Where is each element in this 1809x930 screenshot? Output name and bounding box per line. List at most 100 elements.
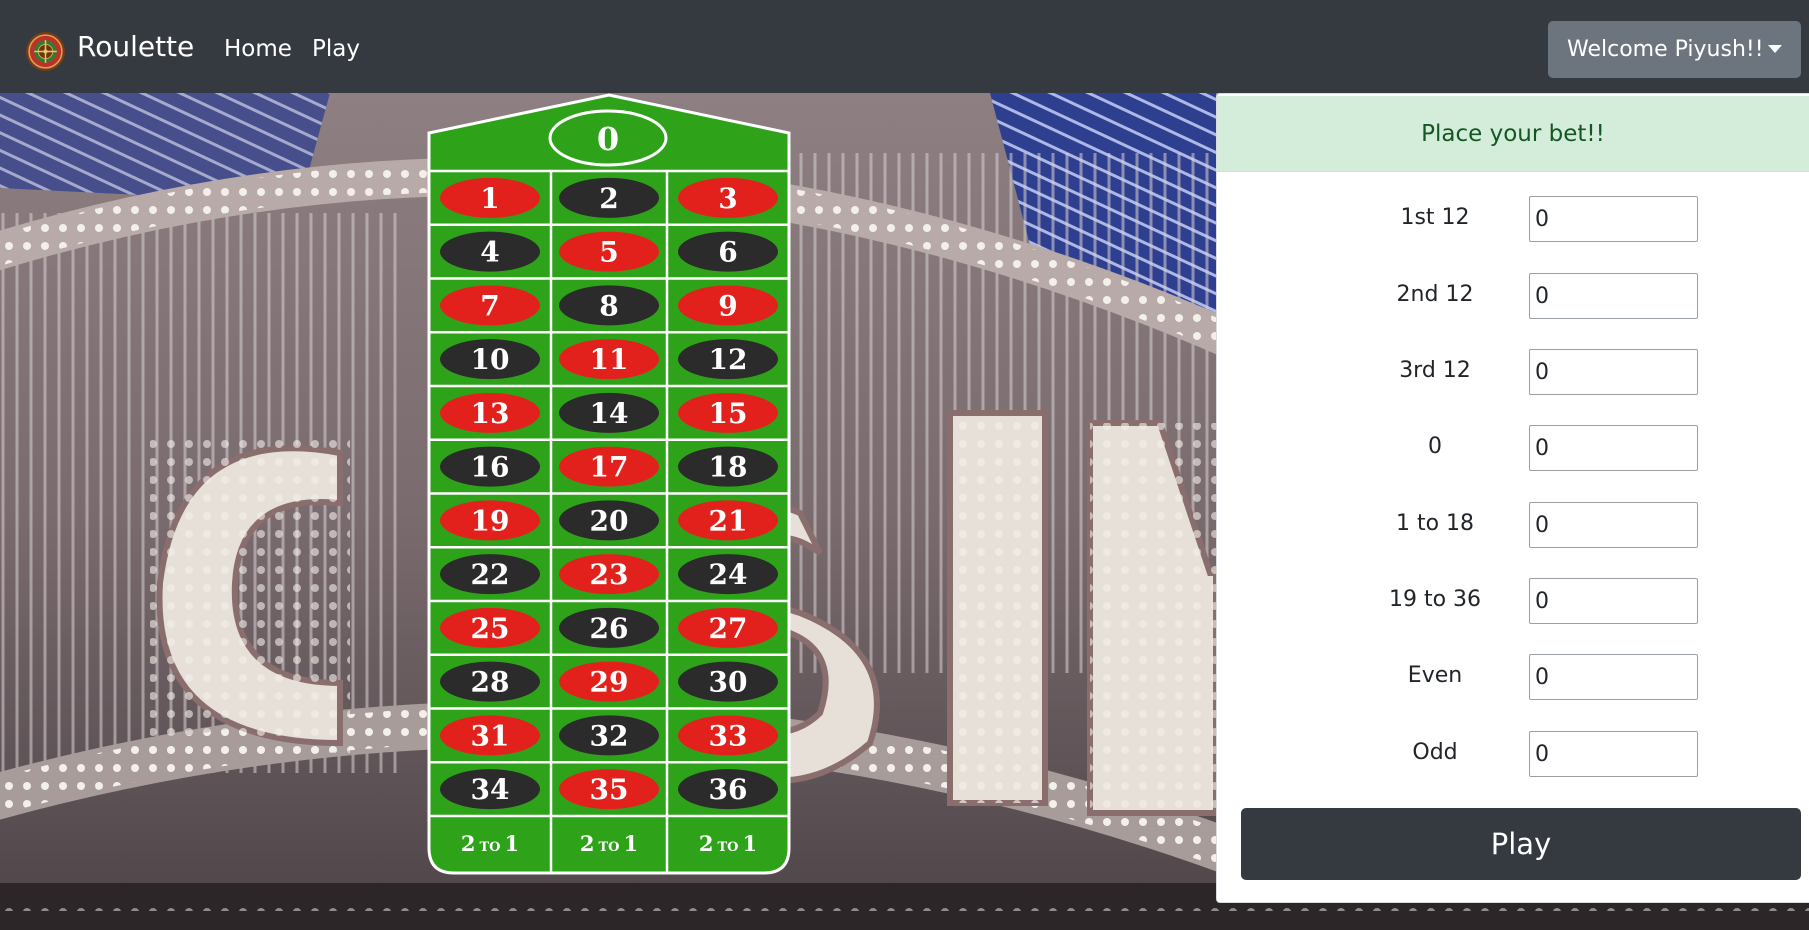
number-label-23: 23 — [590, 558, 629, 591]
number-label-14: 14 — [590, 397, 629, 430]
bet-row-19-to-36: 19 to 36 — [1217, 578, 1809, 624]
number-cell-12[interactable]: 12 — [678, 339, 778, 380]
number-label-35: 35 — [590, 773, 629, 806]
number-label-19: 19 — [471, 504, 510, 537]
number-label-32: 32 — [590, 719, 629, 752]
number-cell-34[interactable]: 34 — [440, 769, 540, 810]
bet-input-19-to-36[interactable] — [1529, 578, 1698, 624]
number-label-7: 7 — [480, 289, 499, 322]
number-cell-20[interactable]: 20 — [559, 500, 659, 541]
number-cell-0[interactable]: 0 — [548, 109, 668, 167]
column-bet-3-end: 1 — [743, 831, 758, 856]
number-cell-35[interactable]: 35 — [559, 769, 659, 810]
number-label-24: 24 — [709, 558, 748, 591]
number-label-26: 26 — [590, 612, 629, 645]
bet-label-even: Even — [1407, 663, 1463, 688]
number-cell-10[interactable]: 10 — [440, 339, 540, 380]
number-label-33: 33 — [709, 719, 748, 752]
bet-label-19-to-36: 19 to 36 — [1388, 587, 1482, 612]
place-bet-alert-text: Place your bet!! — [1421, 120, 1605, 147]
number-cell-36[interactable]: 36 — [678, 769, 778, 810]
bet-panel: Place your bet!! 1st 12 2nd 12 3rd 12 0 … — [1216, 93, 1809, 903]
number-cell-7[interactable]: 7 — [440, 285, 540, 326]
user-menu-label: Welcome Piyush!! — [1567, 37, 1764, 62]
column-bet-2-num: 2 — [580, 831, 595, 856]
number-label-5: 5 — [599, 236, 618, 269]
number-label-4: 4 — [480, 236, 499, 269]
bet-label-1st-12: 1st 12 — [1400, 205, 1470, 230]
number-cell-23[interactable]: 23 — [559, 554, 659, 595]
number-label-8: 8 — [599, 289, 618, 322]
number-cell-32[interactable]: 32 — [559, 715, 659, 756]
number-cell-25[interactable]: 25 — [440, 607, 540, 648]
bet-input-1-to-18[interactable] — [1529, 502, 1698, 548]
number-cell-18[interactable]: 18 — [678, 446, 778, 487]
number-label-1: 1 — [480, 182, 499, 215]
number-cell-3[interactable]: 3 — [678, 177, 778, 218]
number-label-9: 9 — [718, 289, 737, 322]
number-label-18: 18 — [709, 451, 748, 484]
play-button-label: Play — [1490, 827, 1552, 861]
bet-input-even[interactable] — [1529, 654, 1698, 700]
number-cell-27[interactable]: 27 — [678, 607, 778, 648]
column-bet-2-to: TO — [599, 840, 620, 855]
nav-play-link[interactable]: Play — [312, 36, 360, 62]
bet-input-2nd-12[interactable] — [1529, 273, 1698, 319]
number-cell-24[interactable]: 24 — [678, 554, 778, 595]
number-label-13: 13 — [471, 397, 510, 430]
number-label-28: 28 — [471, 666, 510, 699]
number-label-20: 20 — [590, 504, 629, 537]
number-cell-17[interactable]: 17 — [559, 446, 659, 487]
bet-row-3rd-12: 3rd 12 — [1217, 349, 1809, 395]
number-cell-28[interactable]: 28 — [440, 661, 540, 702]
number-cell-4[interactable]: 4 — [440, 231, 540, 272]
brand-title[interactable]: Roulette — [77, 30, 194, 63]
bet-input-3rd-12[interactable] — [1529, 349, 1698, 395]
column-bet-1-end: 1 — [505, 831, 520, 856]
number-label-22: 22 — [471, 558, 510, 591]
bet-row-1st-12: 1st 12 — [1217, 196, 1809, 242]
number-cell-9[interactable]: 9 — [678, 285, 778, 326]
number-cell-26[interactable]: 26 — [559, 607, 659, 648]
play-button[interactable]: Play — [1241, 808, 1801, 880]
bet-input-odd[interactable] — [1529, 731, 1698, 777]
bet-row-1-to-18: 1 to 18 — [1217, 502, 1809, 548]
number-cell-22[interactable]: 22 — [440, 554, 540, 595]
number-cell-30[interactable]: 30 — [678, 661, 778, 702]
number-label-17: 17 — [590, 451, 629, 484]
number-label-21: 21 — [709, 504, 748, 537]
number-cell-13[interactable]: 13 — [440, 392, 540, 433]
number-cell-15[interactable]: 15 — [678, 392, 778, 433]
column-bet-1-num: 2 — [461, 831, 476, 856]
navbar: Roulette Home Play Welcome Piyush!! — [0, 0, 1809, 93]
bet-row-odd: Odd — [1217, 731, 1809, 777]
number-cell-33[interactable]: 33 — [678, 715, 778, 756]
number-cell-11[interactable]: 11 — [559, 339, 659, 380]
column-bet-2-end: 1 — [624, 831, 639, 856]
bet-row-even: Even — [1217, 654, 1809, 700]
number-cell-6[interactable]: 6 — [678, 231, 778, 272]
number-label-15: 15 — [709, 397, 748, 430]
chevron-down-icon — [1768, 45, 1782, 53]
bet-input-zero[interactable] — [1529, 425, 1698, 471]
number-cell-8[interactable]: 8 — [559, 285, 659, 326]
roulette-table: 0 1 2 3 4 5 6 7 8 9 10 11 12 13 14 15 16 17 18 19 20 21 22 23 2… — [427, 93, 791, 875]
number-label-25: 25 — [471, 612, 510, 645]
number-label-2: 2 — [599, 182, 618, 215]
number-label-29: 29 — [590, 666, 629, 699]
number-cell-21[interactable]: 21 — [678, 500, 778, 541]
nav-home-link[interactable]: Home — [224, 36, 292, 62]
number-cell-14[interactable]: 14 — [559, 392, 659, 433]
number-cell-1[interactable]: 1 — [440, 177, 540, 218]
number-label-36: 36 — [709, 773, 748, 806]
number-cell-29[interactable]: 29 — [559, 661, 659, 702]
number-cell-5[interactable]: 5 — [559, 231, 659, 272]
number-cell-2[interactable]: 2 — [559, 177, 659, 218]
user-menu-button[interactable]: Welcome Piyush!! — [1548, 21, 1801, 78]
bet-input-1st-12[interactable] — [1529, 196, 1698, 242]
number-cell-16[interactable]: 16 — [440, 446, 540, 487]
number-cell-31[interactable]: 31 — [440, 715, 540, 756]
number-cell-19[interactable]: 19 — [440, 500, 540, 541]
roulette-wheel-icon[interactable] — [25, 31, 66, 72]
number-label-16: 16 — [471, 451, 510, 484]
